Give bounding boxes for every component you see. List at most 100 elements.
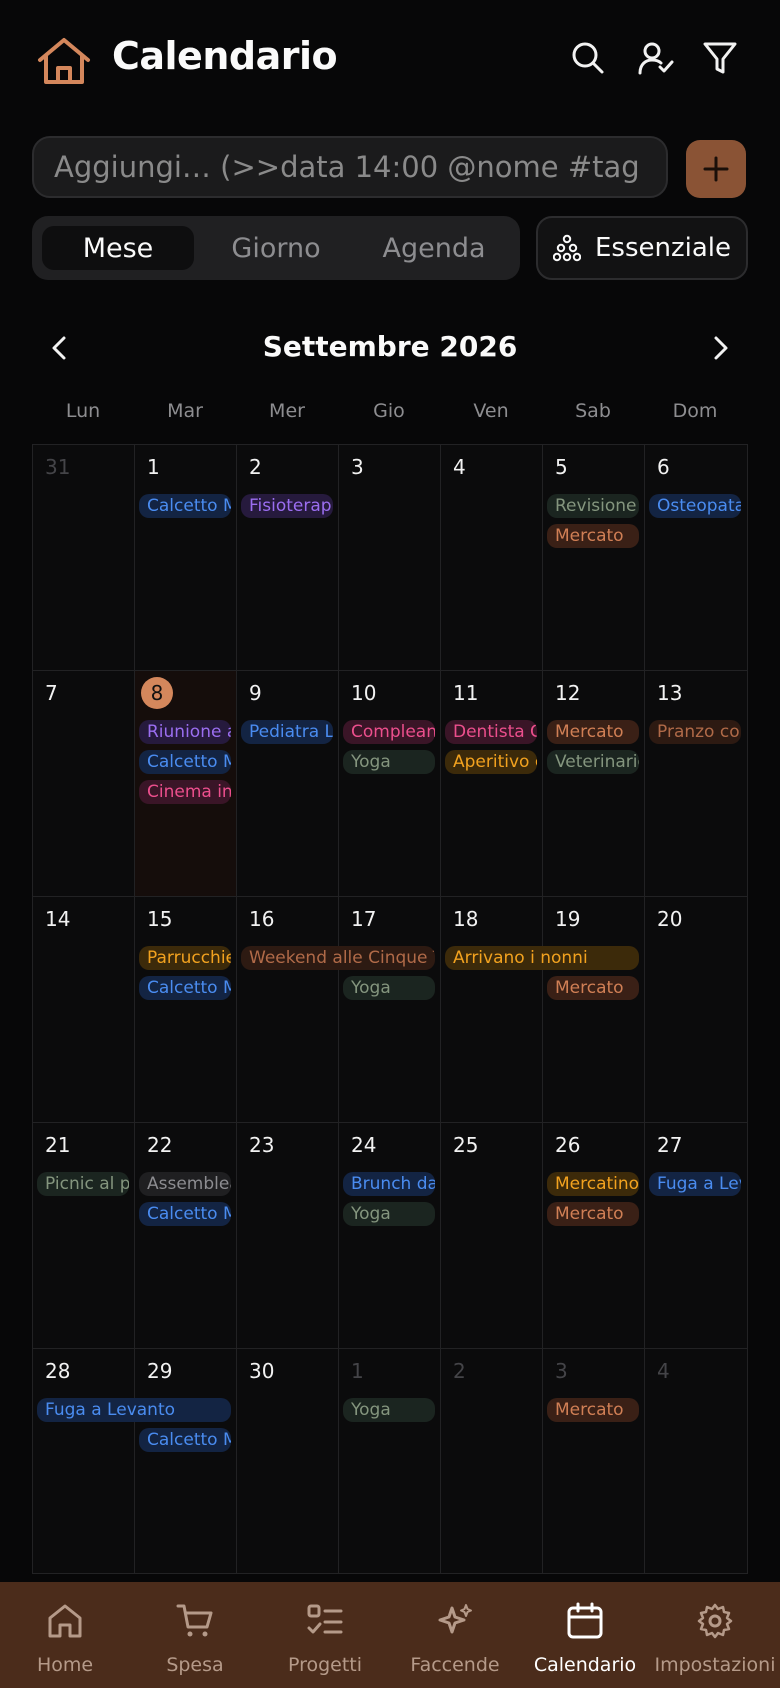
day-number: 5 [555,455,568,479]
day-cell[interactable]: 2 [440,1348,543,1574]
event-chip-multiday[interactable]: Weekend alle Cinque Terre [241,946,435,970]
day-cell[interactable]: 26 [542,1122,645,1349]
event-chip[interactable]: Veterinario [547,750,639,774]
day-cell[interactable]: 5 [542,444,645,671]
event-chip[interactable]: Mercato [547,524,639,548]
event-chip[interactable]: Mercato [547,720,639,744]
day-cell[interactable]: 14 [32,896,135,1123]
event-chip[interactable]: Yoga [343,750,435,774]
day-cell[interactable]: 1 [134,444,237,671]
day-cell[interactable]: 21 [32,1122,135,1349]
search-icon[interactable] [570,40,606,76]
day-cell[interactable]: 20 [644,896,748,1123]
day-cell[interactable]: 23 [236,1122,339,1349]
task-input[interactable] [32,136,668,198]
event-chip[interactable]: Yoga [343,1202,435,1226]
chevron-right-icon[interactable] [704,332,736,364]
day-cell[interactable]: 29 [134,1348,237,1574]
event-chip[interactable]: Osteopata [649,494,741,518]
essential-button[interactable]: Essenziale [536,216,748,280]
event-chip[interactable]: Brunch da amici [343,1172,435,1196]
day-cell[interactable]: 9 [236,670,339,897]
event-chip[interactable]: Calcetto Mercoledì [139,1428,231,1452]
tab-label: Home [36,1654,94,1676]
day-number: 10 [351,681,377,705]
event-chip[interactable]: Mercato [547,1202,639,1226]
event-chip[interactable]: Calcetto Mercoledì [139,1202,231,1226]
event-chip[interactable]: Compleanno [343,720,435,744]
event-chip[interactable]: Cinema in famiglia [139,780,231,804]
view-day-tab[interactable]: Giorno [200,226,352,270]
event-chip[interactable]: Picnic al parco [37,1172,129,1196]
day-cell[interactable]: 13 [644,670,748,897]
day-cell[interactable]: 7 [32,670,135,897]
event-chip[interactable]: Mercatino [547,1172,639,1196]
day-cell[interactable]: 12 [542,670,645,897]
day-number: 21 [45,1133,71,1157]
weekday-label: Mer [269,400,305,422]
day-number: 18 [453,907,479,931]
filter-icon[interactable] [702,40,738,76]
day-number: 26 [555,1133,581,1157]
event-chip[interactable]: Pranzo con i nonni [649,720,741,744]
view-agenda-tab[interactable]: Agenda [358,226,510,270]
day-cell[interactable]: 4 [440,444,543,671]
day-cell[interactable]: 30 [236,1348,339,1574]
event-chip[interactable]: Pediatra Luca [241,720,333,744]
user-check-icon[interactable] [638,40,674,76]
tab-progetti[interactable]: Progetti [260,1582,390,1688]
day-cell[interactable]: 4 [644,1348,748,1574]
day-cell[interactable]: 17 [338,896,441,1123]
day-cell[interactable]: 25 [440,1122,543,1349]
day-cell[interactable]: 1 [338,1348,441,1574]
day-cell[interactable]: 2 [236,444,339,671]
event-chip[interactable]: Mercato [547,976,639,1000]
month-navigation: Settembre 2026 [32,326,748,370]
event-chip[interactable]: Parrucchiere [139,946,231,970]
day-cell[interactable]: 3 [338,444,441,671]
event-chip[interactable]: Aperitivo con amici [445,750,537,774]
day-cell[interactable]: 16 [236,896,339,1123]
event-chip[interactable]: Calcetto Mercoledì [139,750,231,774]
event-chip[interactable]: Yoga [343,1398,435,1422]
day-cell[interactable]: 19 [542,896,645,1123]
tab-faccende[interactable]: Faccende [390,1582,520,1688]
day-cell[interactable]: 18 [440,896,543,1123]
tab-home[interactable]: Home [0,1582,130,1688]
view-switch: Mese Giorno Agenda [32,216,520,280]
day-cell[interactable]: 11 [440,670,543,897]
day-cell[interactable]: 22 [134,1122,237,1349]
event-chip[interactable]: Fuga a Levanto [649,1172,741,1196]
day-number: 29 [147,1359,173,1383]
day-cell[interactable]: 28 [32,1348,135,1574]
tab-spesa[interactable]: Spesa [130,1582,260,1688]
add-button[interactable] [686,140,746,198]
event-chip-multiday[interactable]: Fuga a Levanto [37,1398,231,1422]
day-cell[interactable]: 24 [338,1122,441,1349]
day-cell[interactable]: 10 [338,670,441,897]
event-chip[interactable]: Mercato [547,1398,639,1422]
tab-impostazioni[interactable]: Impostazioni [650,1582,780,1688]
tab-calendario[interactable]: Calendario [520,1582,650,1688]
event-chip[interactable]: Dentista Giulia [445,720,537,744]
weekday-label: Mar [167,400,203,422]
day-cell[interactable]: 3 [542,1348,645,1574]
day-number: 27 [657,1133,683,1157]
day-number: 25 [453,1133,479,1157]
dots-cluster-icon [552,234,581,262]
view-month-tab[interactable]: Mese [42,226,194,270]
event-chip[interactable]: Yoga [343,976,435,1000]
event-chip[interactable]: Fisioterapia [241,494,333,518]
day-cell[interactable]: 15 [134,896,237,1123]
event-chip-multiday[interactable]: Arrivano i nonni [445,946,639,970]
event-chip[interactable]: Calcetto Mercoledì [139,494,231,518]
cart-icon [176,1604,213,1637]
day-cell[interactable]: 31 [32,444,135,671]
day-number: 1 [147,455,160,479]
event-chip[interactable]: Calcetto Mercoledì [139,976,231,1000]
event-chip[interactable]: Riunione a scuola [139,720,231,744]
event-chip[interactable]: Revisione [547,494,639,518]
day-cell[interactable]: 6 [644,444,748,671]
event-chip[interactable]: Assemblea condominio [139,1172,231,1196]
day-cell[interactable]: 27 [644,1122,748,1349]
